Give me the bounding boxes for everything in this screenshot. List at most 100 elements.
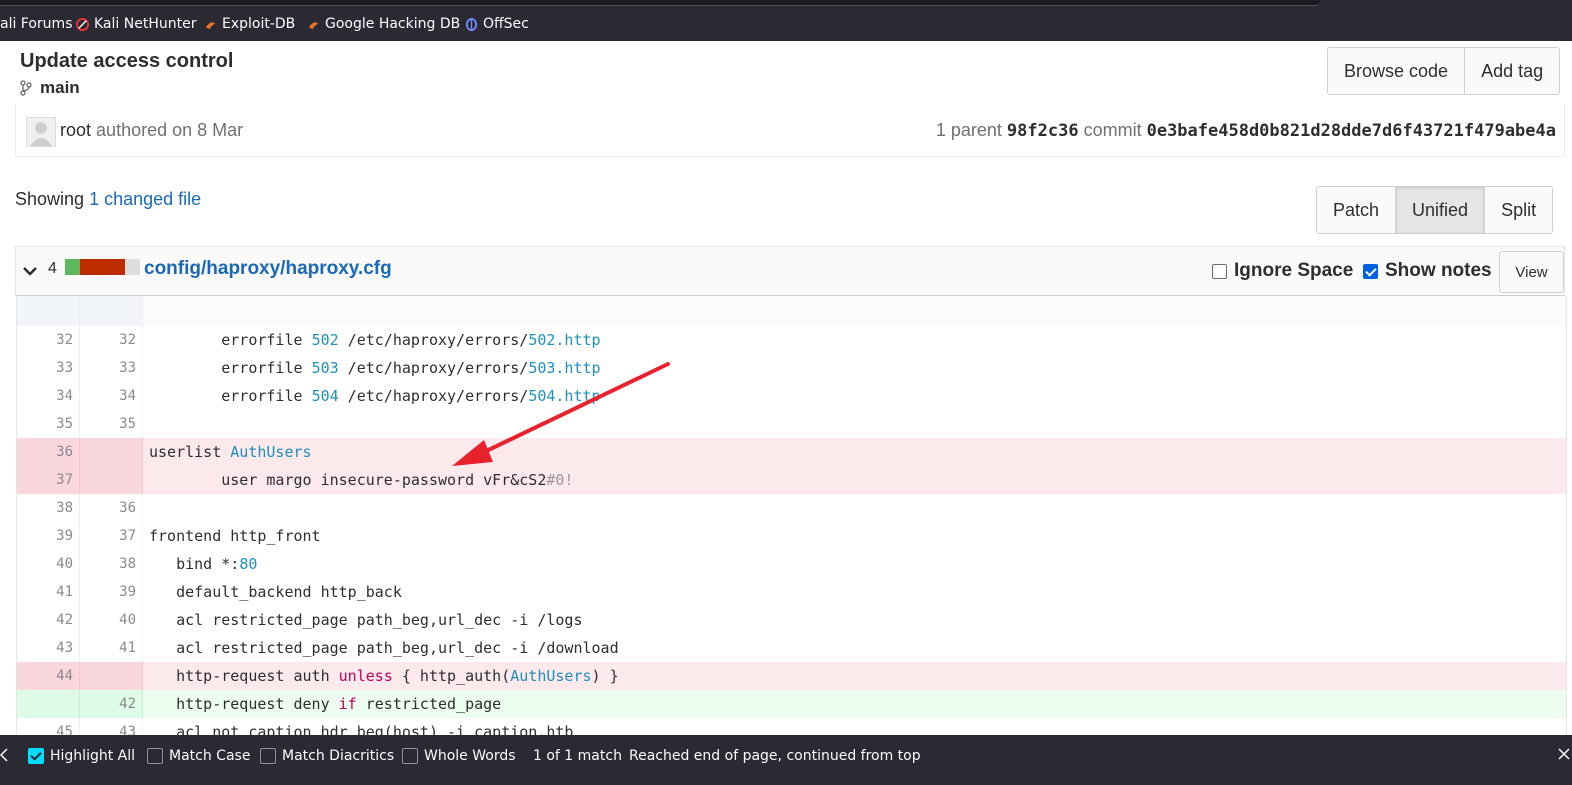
bookmark-exploit-db[interactable]: Exploit-DB [204,16,295,32]
old-line-number[interactable]: 41 [17,578,80,606]
new-line-number[interactable]: 35 [80,410,143,438]
diff-line: 41 39 default_backend http_back [17,578,1566,606]
patch-button[interactable]: Patch [1317,187,1397,233]
highlight-all-option[interactable]: Highlight All [28,748,135,764]
whole-words-option[interactable]: Whole Words [402,748,516,764]
match-diacritics-option[interactable]: Match Diacritics [260,748,394,764]
chevron-down-icon[interactable] [22,263,38,279]
old-line-number[interactable]: 37 [17,466,80,494]
highlight-all-checkbox[interactable] [28,748,44,764]
user-silhouette-icon [30,122,52,146]
bookmark-label: Kali NetHunter [94,16,197,32]
match-case-label: Match Case [169,748,251,764]
find-status: Reached end of page, continued from top [629,748,921,764]
new-line-number[interactable]: 40 [80,606,143,634]
change-count: 4 [48,260,57,277]
bookmark-label: Exploit-DB [222,16,296,32]
new-line-number[interactable] [80,466,143,494]
new-line-number[interactable]: 37 [80,522,143,550]
commit-author-row: root authored on 8 Mar 1 parent 98f2c36 … [15,104,1565,157]
new-line-number[interactable]: 38 [80,550,143,578]
match-case-option[interactable]: Match Case [147,748,250,764]
whole-words-checkbox[interactable] [402,748,418,764]
old-line-number[interactable]: 33 [17,354,80,382]
view-file-button[interactable]: View [1499,251,1564,293]
old-line-number[interactable]: 38 [17,494,80,522]
show-notes-checkbox[interactable] [1363,263,1378,279]
hunk-header [17,296,1566,326]
branch-label: main [40,78,80,97]
old-line-number[interactable]: 42 [17,606,80,634]
bookmark-label: Google Hacking DB [325,16,461,32]
code-line: http-request deny if restricted_page [149,695,502,713]
diff-line-deleted: 44 http-request auth unless { http_auth(… [17,662,1566,690]
diff-line-deleted: 37 user margo insecure-password vFr&cS2#… [17,466,1566,494]
code-line: acl restricted_page path_beg,url_dec -i … [149,639,619,657]
old-line-number[interactable]: 32 [17,326,80,354]
old-line-number[interactable]: 43 [17,634,80,662]
new-line-number[interactable] [80,662,143,690]
old-line-number[interactable]: 36 [17,438,80,466]
diff-line: 38 36 [17,494,1566,522]
old-line-number[interactable]: 34 [17,382,80,410]
showing-label: Showing [15,189,85,209]
commit-sha[interactable]: 0e3bafe458d0b821d28dde7d6f43721f479abe4a [1147,121,1556,141]
match-diacritics-checkbox[interactable] [260,748,276,764]
code-line: errorfile 503 /etc/haproxy/errors/503.ht… [149,359,601,377]
code-line: errorfile 504 /etc/haproxy/errors/504.ht… [149,387,601,405]
changed-files-link[interactable]: 1 changed file [89,189,201,209]
diff-line: 33 33 errorfile 503 /etc/haproxy/errors/… [17,354,1566,382]
ignore-space-checkbox[interactable] [1212,263,1227,279]
old-line-number[interactable] [17,690,80,718]
diff-line: 35 35 [17,410,1566,438]
avatar[interactable] [26,117,56,147]
split-button[interactable]: Split [1485,187,1553,233]
find-bar: Highlight All Match Case Match Diacritic… [0,735,1572,785]
whole-words-label: Whole Words [424,748,516,764]
old-line-number[interactable]: 35 [17,410,80,438]
browse-code-button[interactable]: Browse code [1328,48,1466,94]
new-line-number[interactable]: 32 [80,326,143,354]
new-line-number[interactable]: 39 [80,578,143,606]
exploitdb-icon [205,21,216,29]
new-line-number[interactable] [80,438,143,466]
authored-date: authored on 8 Mar [96,120,244,140]
diff-line-deleted: 36 userlist AuthUsers [17,438,1566,466]
find-bar-close-button[interactable] [1558,748,1570,760]
bookmark-offsec[interactable]: OffSec [465,16,529,32]
bookmarks-toolbar: ali Forums Kali NetHunter Exploit-DB Goo… [0,0,1572,41]
tab-strip-edge [0,0,1320,6]
ignore-space-option[interactable]: Ignore Space [1212,260,1353,282]
new-line-number[interactable]: 42 [80,690,143,718]
code-line: default_backend http_back [149,583,402,601]
author-name[interactable]: root [60,120,91,140]
code-line: userlist AuthUsers [149,443,312,461]
commit-actions: Browse code Add tag [1327,47,1561,95]
match-count: 1 of 1 match [533,748,622,764]
code-line: errorfile 502 /etc/haproxy/errors/502.ht… [149,331,601,349]
code-line: acl restricted_page path_beg,url_dec -i … [149,611,583,629]
old-line-number[interactable]: 44 [17,662,80,690]
file-path-link[interactable]: config/haproxy/haproxy.cfg [144,258,392,280]
code-line: bind *:80 [149,555,258,573]
bookmark-kali-forums[interactable]: ali Forums [0,16,73,32]
diff-line: 34 34 errorfile 504 /etc/haproxy/errors/… [17,382,1566,410]
commit-title: Update access control [20,50,234,72]
new-line-number[interactable]: 34 [80,382,143,410]
bookmark-kali-nethunter[interactable]: Kali NetHunter [76,16,196,32]
unified-button[interactable]: Unified [1396,187,1486,233]
diff-line-added: 42 http-request deny if restricted_page [17,690,1566,718]
new-line-number[interactable]: 33 [80,354,143,382]
changed-files-summary: Showing 1 changed file [15,189,201,210]
new-line-number[interactable]: 36 [80,494,143,522]
file-header: 4 config/haproxy/haproxy.cfg Ignore Spac… [15,246,1565,296]
bookmark-google-hacking-db[interactable]: Google Hacking DB [307,16,460,32]
show-notes-option[interactable]: Show notes [1363,260,1492,282]
old-line-number[interactable]: 39 [17,522,80,550]
add-tag-button[interactable]: Add tag [1465,48,1560,94]
match-case-checkbox[interactable] [147,748,163,764]
old-line-number[interactable]: 40 [17,550,80,578]
code-line: frontend http_front [149,527,321,545]
parent-sha[interactable]: 98f2c36 [1007,121,1079,141]
new-line-number[interactable]: 41 [80,634,143,662]
